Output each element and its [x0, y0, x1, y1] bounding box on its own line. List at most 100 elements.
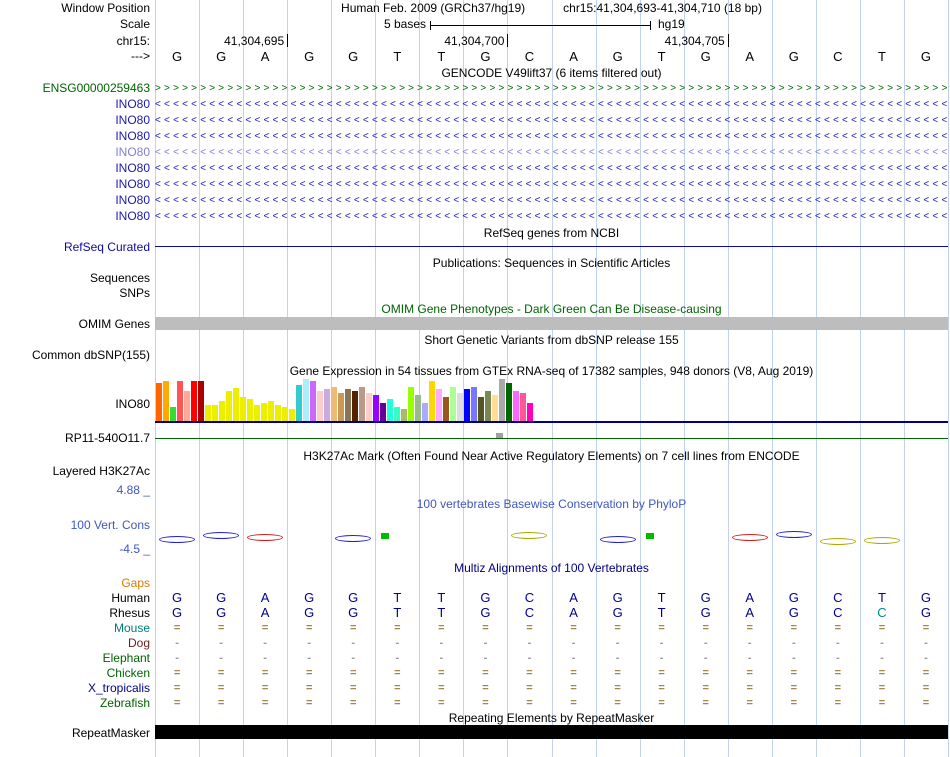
omim-genes-label[interactable]: OMIM Genes — [0, 317, 150, 331]
gtex-bar[interactable] — [212, 405, 218, 421]
gtex-bar[interactable] — [380, 403, 386, 421]
gtex-bar[interactable] — [499, 379, 505, 421]
gtex-bar[interactable] — [345, 389, 351, 421]
gene-track-label[interactable]: INO80 — [0, 97, 150, 111]
gtex-bar[interactable] — [275, 405, 281, 421]
gtex-bar[interactable] — [443, 397, 449, 421]
gtex-bar[interactable] — [205, 405, 211, 421]
gtex-bar[interactable] — [156, 383, 162, 421]
phylop-glyph — [599, 536, 636, 543]
gtex-bar[interactable] — [492, 395, 498, 421]
omim-gene-bar[interactable] — [155, 317, 948, 330]
align-row-label[interactable]: X_tropicalis — [0, 681, 150, 695]
gtex-bar[interactable] — [296, 385, 302, 421]
gene-track-arrows[interactable]: <<<<<<<<<<<<<<<<<<<<<<<<<<<<<<<<<<<<<<<<… — [155, 162, 948, 175]
gene-track-label[interactable]: INO80 — [0, 209, 150, 223]
refseq-gene-line[interactable] — [155, 246, 948, 247]
gene-track-arrows[interactable]: <<<<<<<<<<<<<<<<<<<<<<<<<<<<<<<<<<<<<<<<… — [155, 178, 948, 191]
gtex-bar[interactable] — [338, 393, 344, 421]
gtex-bar[interactable] — [415, 395, 421, 421]
gtex-bar[interactable] — [366, 393, 372, 421]
gtex-bar[interactable] — [464, 389, 470, 421]
gtex-bar[interactable] — [457, 393, 463, 421]
sym-cell: - — [880, 637, 884, 649]
gtex-bar[interactable] — [478, 397, 484, 421]
gene-track-arrows[interactable]: <<<<<<<<<<<<<<<<<<<<<<<<<<<<<<<<<<<<<<<<… — [155, 114, 948, 127]
gene-track-arrows[interactable]: <<<<<<<<<<<<<<<<<<<<<<<<<<<<<<<<<<<<<<<<… — [155, 98, 948, 111]
gene-track-arrows[interactable]: <<<<<<<<<<<<<<<<<<<<<<<<<<<<<<<<<<<<<<<<… — [155, 210, 948, 223]
gtex-bar[interactable] — [198, 381, 204, 421]
gene-track-label[interactable]: INO80 — [0, 129, 150, 143]
gene-track-label[interactable]: INO80 — [0, 161, 150, 175]
repeatmasker-bar[interactable] — [155, 725, 948, 739]
align-row-label[interactable]: Elephant — [0, 651, 150, 665]
gtex-bar[interactable] — [331, 387, 337, 421]
gtex-bar[interactable] — [513, 391, 519, 421]
gtex-bar[interactable] — [163, 381, 169, 421]
gene-track-arrows[interactable]: <<<<<<<<<<<<<<<<<<<<<<<<<<<<<<<<<<<<<<<<… — [155, 194, 948, 207]
ruler-tick — [727, 34, 729, 47]
sequences-label[interactable]: Sequences — [0, 271, 150, 285]
gtex-bar[interactable] — [450, 387, 456, 421]
gtex-bar[interactable] — [247, 399, 253, 421]
align-row-label[interactable]: Mouse — [0, 621, 150, 635]
gtex-bar[interactable] — [408, 387, 414, 421]
gtex-bar[interactable] — [268, 401, 274, 421]
gene-track-arrows[interactable]: >>>>>>>>>>>>>>>>>>>>>>>>>>>>>>>>>>>>>>>>… — [155, 82, 948, 95]
dbsnp-label[interactable]: Common dbSNP(155) — [0, 348, 150, 362]
gene-track-arrows[interactable]: <<<<<<<<<<<<<<<<<<<<<<<<<<<<<<<<<<<<<<<<… — [155, 130, 948, 143]
lincrna-gene-line[interactable] — [155, 438, 948, 439]
align-row-label[interactable]: Human — [0, 591, 150, 605]
lincrna-label[interactable]: RP11-540O11.7 — [0, 431, 150, 445]
gtex-bar[interactable] — [303, 379, 309, 421]
gtex-bar[interactable] — [261, 403, 267, 421]
gtex-bar[interactable] — [527, 403, 533, 421]
gtex-bar[interactable] — [324, 389, 330, 421]
gene-track-label[interactable]: INO80 — [0, 145, 150, 159]
gene-track-label[interactable]: INO80 — [0, 177, 150, 191]
align-row-label[interactable]: Dog — [0, 636, 150, 650]
align-row-label[interactable]: Chicken — [0, 666, 150, 680]
gtex-bar[interactable] — [352, 391, 358, 421]
gtex-bar[interactable] — [401, 409, 407, 421]
gtex-bar[interactable] — [177, 381, 183, 421]
gtex-bar[interactable] — [184, 391, 190, 421]
gtex-bar[interactable] — [240, 397, 246, 421]
gtex-bar[interactable] — [282, 407, 288, 421]
gtex-bar[interactable] — [436, 389, 442, 421]
chrom-label[interactable]: chr15: — [0, 34, 150, 48]
gtex-bar[interactable] — [422, 403, 428, 421]
gene-track-label[interactable]: ENSG00000259463 — [0, 81, 150, 95]
align-row-label[interactable]: Zebrafish — [0, 696, 150, 710]
gene-track-label[interactable]: INO80 — [0, 193, 150, 207]
gtex-bar[interactable] — [254, 405, 260, 421]
gtex-bar[interactable] — [387, 399, 393, 421]
strand-label[interactable]: ---> — [0, 49, 150, 63]
gene-track-label[interactable]: INO80 — [0, 113, 150, 127]
gtex-bar[interactable] — [233, 388, 239, 421]
gtex-gene-label[interactable]: INO80 — [0, 397, 150, 411]
refseq-curated-label[interactable]: RefSeq Curated — [0, 240, 150, 254]
gtex-bar[interactable] — [373, 395, 379, 421]
gtex-bar[interactable] — [289, 409, 295, 421]
gtex-bar[interactable] — [429, 381, 435, 421]
gtex-bar[interactable] — [170, 407, 176, 421]
gtex-bar[interactable] — [219, 401, 225, 421]
gtex-bar[interactable] — [520, 393, 526, 421]
repeatmasker-label[interactable]: RepeatMasker — [0, 726, 150, 740]
snps-label[interactable]: SNPs — [0, 286, 150, 300]
align-row-label[interactable]: Gaps — [0, 576, 150, 590]
gtex-bar[interactable] — [506, 383, 512, 421]
phylop-track-label[interactable]: 100 Vert. Cons — [0, 518, 150, 532]
align-row-label[interactable]: Rhesus — [0, 606, 150, 620]
gene-track-arrows[interactable]: <<<<<<<<<<<<<<<<<<<<<<<<<<<<<<<<<<<<<<<<… — [155, 146, 948, 159]
gtex-bar[interactable] — [226, 391, 232, 421]
h3k27ac-label[interactable]: Layered H3K27Ac — [0, 464, 150, 478]
gtex-bar[interactable] — [359, 387, 365, 421]
gtex-bar[interactable] — [394, 407, 400, 421]
gtex-bar[interactable] — [471, 387, 477, 421]
gtex-bar[interactable] — [191, 381, 197, 421]
gtex-bar[interactable] — [310, 381, 316, 421]
gtex-bar[interactable] — [317, 391, 323, 421]
gtex-bar[interactable] — [485, 391, 491, 421]
